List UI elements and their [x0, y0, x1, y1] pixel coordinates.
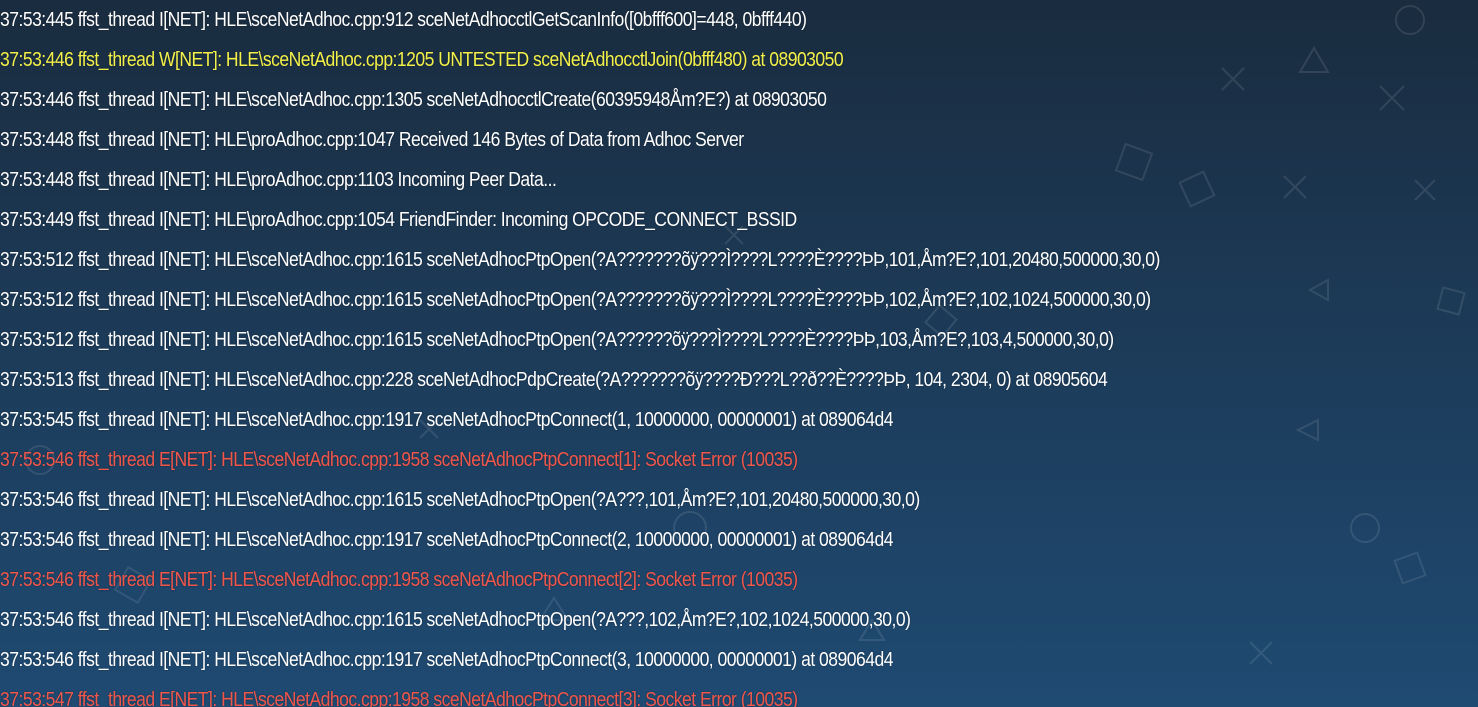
log-line: 37:53:546 ffst_thread I[NET]: HLE\sceNet… [0, 529, 893, 551]
log-line: 37:53:446 ffst_thread I[NET]: HLE\sceNet… [0, 89, 827, 111]
log-line: 37:53:513 ffst_thread I[NET]: HLE\sceNet… [0, 369, 1108, 391]
log-line: 37:53:545 ffst_thread I[NET]: HLE\sceNet… [0, 409, 893, 431]
log-line: 37:53:512 ffst_thread I[NET]: HLE\sceNet… [0, 289, 1151, 311]
log-line: 37:53:547 ffst_thread E[NET]: HLE\sceNet… [0, 689, 798, 707]
log-line: 37:53:546 ffst_thread E[NET]: HLE\sceNet… [0, 449, 798, 471]
log-line: 37:53:546 ffst_thread I[NET]: HLE\sceNet… [0, 489, 920, 511]
log-line: 37:53:448 ffst_thread I[NET]: HLE\proAdh… [0, 129, 744, 151]
log-line: 37:53:546 ffst_thread I[NET]: HLE\sceNet… [0, 649, 893, 671]
log-line: 37:53:512 ffst_thread I[NET]: HLE\sceNet… [0, 329, 1114, 351]
log-line: 37:53:546 ffst_thread E[NET]: HLE\sceNet… [0, 569, 798, 591]
log-output: 37:53:445 ffst_thread I[NET]: HLE\sceNet… [0, 0, 1478, 707]
log-line: 37:53:546 ffst_thread I[NET]: HLE\sceNet… [0, 609, 911, 631]
log-line: 37:53:445 ffst_thread I[NET]: HLE\sceNet… [0, 9, 807, 31]
log-line: 37:53:448 ffst_thread I[NET]: HLE\proAdh… [0, 169, 557, 191]
log-line: 37:53:446 ffst_thread W[NET]: HLE\sceNet… [0, 49, 844, 71]
log-line: 37:53:512 ffst_thread I[NET]: HLE\sceNet… [0, 249, 1160, 271]
log-line: 37:53:449 ffst_thread I[NET]: HLE\proAdh… [0, 209, 797, 231]
